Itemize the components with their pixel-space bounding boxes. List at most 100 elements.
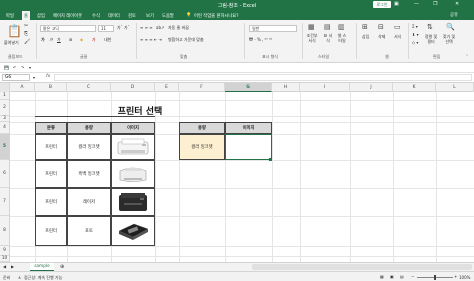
format-table-button[interactable]: 표 서식	[322, 33, 334, 43]
font-size-select[interactable]: 11	[98, 25, 114, 32]
sheet-nav-prev-icon[interactable]: ◀	[3, 264, 6, 269]
find-select-button[interactable]: 찾기 및 선택	[442, 34, 456, 44]
color-inkjet-printer-image[interactable]	[116, 136, 150, 158]
border-icon[interactable]: ⊞	[69, 37, 72, 42]
align-left-icons[interactable]: ≡ ≡ ≡ ⇤ ⇥	[140, 37, 162, 42]
col-header-B[interactable]: B	[35, 83, 67, 92]
formula-input[interactable]	[54, 74, 472, 81]
conditional-format-icon[interactable]: ▦	[308, 23, 315, 31]
redo-icon[interactable]: ↷	[21, 65, 24, 70]
fill-handle[interactable]	[269, 158, 272, 161]
restore-button[interactable]: ❐	[433, 1, 437, 7]
page-layout-view-icon[interactable]: ▣	[390, 274, 394, 279]
table-header-image[interactable]: 이미지	[111, 122, 155, 134]
insert-cells-icon[interactable]: ⊞	[362, 23, 368, 31]
insert-cells-button[interactable]: 삽입	[362, 34, 369, 40]
table-cell-type[interactable]: 흑백 잉크젯	[67, 160, 111, 188]
col-header-J[interactable]: J	[350, 83, 393, 92]
find-select-icon[interactable]: 🔍	[446, 23, 455, 31]
row-header-5[interactable]: 5	[0, 134, 10, 160]
row-header-1[interactable]: 1	[0, 92, 10, 100]
cell-styles-button[interactable]: 셀 스타일	[336, 33, 348, 43]
number-format-select[interactable]: 일반	[249, 25, 297, 32]
row-header-8[interactable]: 8	[0, 216, 10, 246]
phonetic-icon[interactable]: 내천	[104, 37, 111, 43]
zoom-in-icon[interactable]: +	[454, 274, 457, 279]
delete-cells-icon[interactable]: ⊟	[378, 23, 384, 31]
orientation-icon[interactable]: ab↗	[156, 25, 164, 30]
horizontal-scrollbar[interactable]	[252, 264, 472, 270]
wrap-text-button[interactable]: 자동 줄 바꿈	[168, 25, 189, 31]
col-header-D[interactable]: D	[111, 83, 155, 92]
row-header-6[interactable]: 6	[0, 160, 10, 188]
grow-font-icon[interactable]: 가ˆ 가ˇ	[117, 25, 130, 31]
number-format-icons[interactable]: ₩ - % , ⁰⁰ ⁰⁰	[249, 37, 272, 42]
sort-filter-button[interactable]: 정렬 및 필터	[424, 34, 438, 44]
paste-icon[interactable]: 📋	[7, 24, 22, 38]
delete-cells-button[interactable]: 삭제	[378, 34, 385, 40]
lookup-header-image[interactable]: 이미지	[225, 122, 272, 134]
row-header-7[interactable]: 7	[0, 188, 10, 216]
align-top-icons[interactable]: ≡ ≡ ≡	[140, 25, 153, 30]
save-icon[interactable]: 💾	[4, 65, 9, 70]
col-header-E[interactable]: E	[155, 83, 179, 92]
share-button[interactable]: 공유	[450, 12, 458, 18]
format-cells-button[interactable]: 서식	[394, 34, 401, 40]
conditional-format-button[interactable]: 조건부 서식	[305, 33, 319, 43]
col-header-F[interactable]: F	[179, 83, 225, 92]
photo-printer-image[interactable]	[116, 219, 150, 243]
table-header-category[interactable]: 분류	[35, 122, 67, 134]
select-all-corner[interactable]	[0, 83, 10, 92]
ribbon-display-icon[interactable]: ▣	[394, 1, 399, 7]
cut-icon[interactable]: ✂	[24, 23, 28, 29]
tab-help[interactable]: 도움말	[162, 13, 174, 19]
merge-center-button[interactable]: 병합하고 가운데 맞춤	[168, 37, 204, 43]
mono-inkjet-printer-image[interactable]	[116, 163, 150, 185]
tab-home[interactable]: 홈	[22, 11, 30, 20]
minimize-button[interactable]: —	[414, 1, 419, 7]
format-cells-icon[interactable]: ▭	[394, 23, 401, 31]
close-button[interactable]: ✕	[455, 1, 459, 7]
zoom-slider-thumb[interactable]	[434, 275, 436, 280]
col-header-C[interactable]: C	[67, 83, 111, 92]
font-color-icon[interactable]: 가	[92, 37, 96, 43]
table-cell-category[interactable]: 프린터	[35, 188, 67, 216]
fill-color-icon[interactable]: ◈	[80, 37, 83, 42]
table-cell-type[interactable]: 컬러 잉크젯	[67, 134, 111, 160]
tab-review[interactable]: 검토	[128, 13, 136, 19]
table-cell-category[interactable]: 프린터	[35, 160, 67, 188]
lookup-type-cell[interactable]: 컬러 잉크젯	[179, 134, 225, 160]
sheet-nav-next-icon[interactable]: ▶	[11, 264, 14, 269]
autosum-icon[interactable]: Σ ▾	[412, 24, 418, 29]
tab-insert[interactable]: 삽입	[37, 13, 45, 19]
sort-filter-icon[interactable]: ⇅	[427, 23, 433, 31]
table-cell-category[interactable]: 프린터	[35, 134, 67, 160]
table-cell-type[interactable]: 레이저	[67, 188, 111, 216]
format-table-icon[interactable]: ▤	[324, 23, 331, 31]
lookup-image-cell-selected[interactable]	[225, 134, 272, 160]
fill-icon[interactable]: ⬇ ▾	[412, 32, 419, 37]
collapse-ribbon-icon[interactable]: ˄	[466, 54, 468, 59]
col-header-A[interactable]: A	[10, 83, 35, 92]
table-header-type[interactable]: 용량	[67, 122, 111, 134]
row-header-4[interactable]: 4	[0, 122, 10, 134]
col-header-L[interactable]: L	[436, 83, 474, 92]
tab-page-layout[interactable]: 페이지 레이아웃	[53, 13, 82, 19]
zoom-out-icon[interactable]: −	[411, 274, 414, 279]
tell-me-box[interactable]: 어떤 작업을 원하시나요?	[194, 13, 239, 19]
name-box-dropdown-icon[interactable]: ▾	[33, 75, 35, 80]
lookup-header-type[interactable]: 용량	[179, 122, 225, 134]
copy-icon[interactable]: ⎘	[24, 31, 28, 37]
login-button[interactable]: 로그인	[373, 1, 391, 8]
tab-data[interactable]: 데이터	[108, 13, 120, 19]
format-painter-icon[interactable]: 🖌	[24, 39, 30, 45]
table-cell-type[interactable]: 포토	[67, 216, 111, 246]
undo-icon[interactable]: ↶	[13, 65, 16, 70]
underline-icon[interactable]: 가	[57, 37, 61, 43]
bold-icon[interactable]: 가	[41, 37, 45, 43]
laser-printer-image[interactable]	[116, 190, 150, 214]
sheet-tab-sample[interactable]: sample	[30, 263, 54, 271]
italic-icon[interactable]: 가	[49, 37, 53, 43]
tab-view[interactable]: 보기	[146, 13, 154, 19]
table-cell-category[interactable]: 프린터	[35, 216, 67, 246]
